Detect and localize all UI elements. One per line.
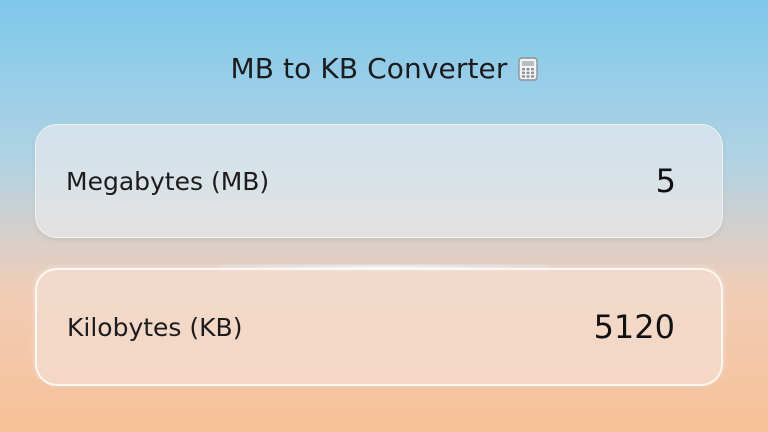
megabytes-card[interactable]: Megabytes (MB): [35, 124, 723, 238]
kilobytes-input[interactable]: [475, 308, 675, 346]
megabytes-input[interactable]: [476, 162, 676, 200]
page-title: MB to KB Converter: [230, 51, 508, 85]
header: MB to KB Converter: [0, 46, 768, 90]
kilobytes-label: Kilobytes (KB): [67, 312, 243, 342]
megabytes-label: Megabytes (MB): [66, 166, 270, 196]
calculator-icon: [517, 57, 538, 81]
kilobytes-card[interactable]: Kilobytes (KB): [35, 268, 723, 386]
